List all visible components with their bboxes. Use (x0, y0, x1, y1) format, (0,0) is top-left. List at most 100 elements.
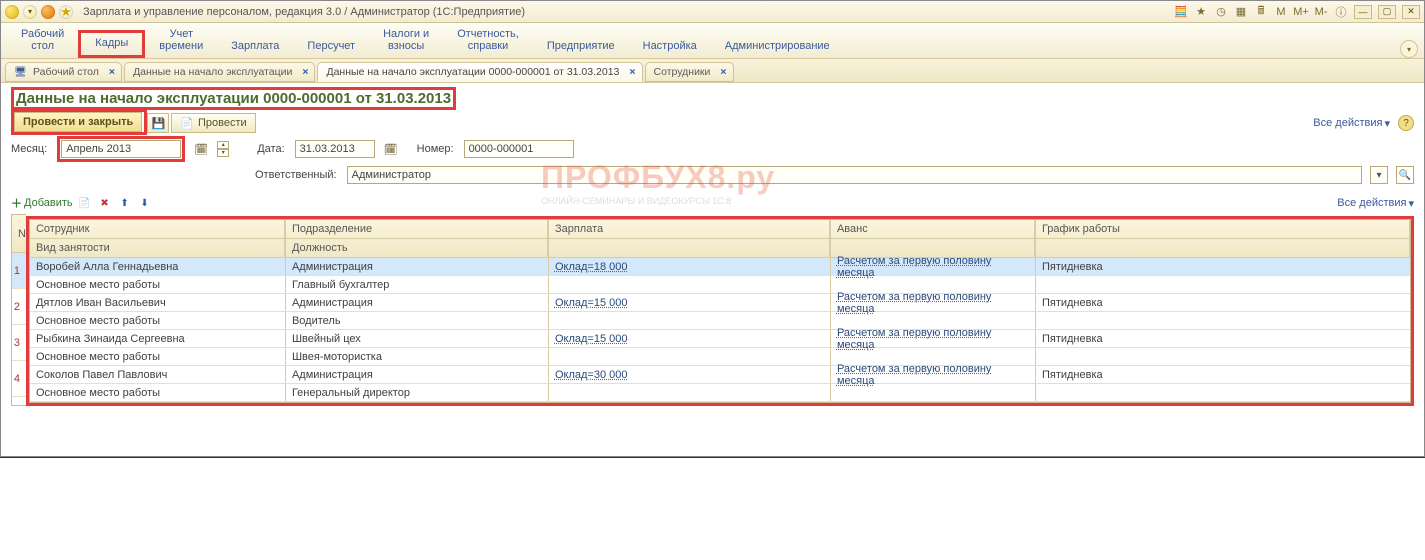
tab-close-icon[interactable]: × (109, 66, 115, 78)
history-icon[interactable]: ◷ (1214, 5, 1228, 19)
m-minus-label[interactable]: M- (1314, 5, 1328, 19)
tab-current-doc[interactable]: Данные на начало эксплуатации 0000-00000… (317, 62, 642, 82)
cell-post: Водитель (285, 312, 548, 329)
highlighted-month: Апрель 2013 (57, 136, 185, 162)
table-row[interactable]: Воробей Алла ГеннадьевнаАдминистрацияОкл… (30, 258, 1410, 294)
section-admin[interactable]: Администрирование (711, 36, 844, 58)
table-body: Воробей Алла ГеннадьевнаАдминистрацияОкл… (30, 258, 1410, 402)
desktop-icon (14, 66, 28, 78)
tab-employees[interactable]: Сотрудники × (645, 62, 734, 82)
row-month-date-number: Месяц: Апрель 2013 🗓 ▴▾ Дата: 31.03.2013… (11, 138, 1414, 160)
highlighted-title: Данные на начало эксплуатации 0000-00000… (11, 87, 456, 110)
favorites-icon[interactable]: ★ (59, 5, 73, 19)
cell-schedule: Пятидневка (1035, 294, 1410, 311)
section-settings[interactable]: Настройка (629, 36, 711, 58)
responsible-input[interactable]: Администратор (347, 166, 1362, 184)
calendar-icon[interactable]: 🗓 (193, 141, 209, 157)
n-cell[interactable]: 3 (12, 325, 26, 361)
chevron-down-icon: ▾ (1384, 117, 1390, 130)
maximize-button[interactable]: ▢ (1378, 5, 1396, 19)
tab-close-icon[interactable]: × (629, 66, 635, 78)
toolbox-icon[interactable]: 🧮 (1174, 5, 1188, 19)
section-reports[interactable]: Отчетность, справки (443, 24, 533, 58)
tab-desktop[interactable]: Рабочий стол × (5, 62, 122, 82)
row-responsible: Ответственный: Администратор ▾ 🔍 (11, 164, 1414, 186)
calendar-icon[interactable]: 🗓 (383, 141, 399, 157)
month-spinner[interactable]: ▴▾ (217, 141, 229, 157)
section-kadry[interactable]: Кадры (78, 30, 145, 58)
tab-close-icon[interactable]: × (302, 66, 308, 78)
move-up-icon[interactable]: ⬆ (117, 195, 133, 211)
cell-emptype: Основное место работы (30, 384, 285, 401)
minimize-button[interactable]: — (1354, 5, 1372, 19)
move-down-icon[interactable]: ⬇ (137, 195, 153, 211)
titlebar-tools: 🧮 ★ ◷ ▦ 🖩 M M+ M- ⓘ — ▢ ✕ (1174, 5, 1420, 19)
m-label[interactable]: M (1274, 5, 1288, 19)
dropdown-icon[interactable]: ▾ (1370, 166, 1388, 184)
cell-salary: Оклад=18 000 (548, 258, 830, 275)
table-row[interactable]: Соколов Павел ПавловичАдминистрацияОклад… (30, 366, 1410, 402)
n-cell[interactable]: 1 (12, 253, 26, 289)
n-cell[interactable]: 4 (12, 361, 26, 397)
search-icon[interactable]: 🔍 (1396, 166, 1414, 184)
date-value: 31.03.2013 (300, 143, 355, 155)
cell-salary: Оклад=30 000 (548, 366, 830, 383)
calendar-icon[interactable]: ▦ (1234, 5, 1248, 19)
number-input[interactable]: 0000-000001 (464, 140, 574, 158)
responsible-label: Ответственный: (255, 169, 341, 181)
col-advance[interactable]: Аванс (830, 220, 1035, 239)
save-button[interactable]: 💾 (147, 113, 169, 133)
month-input[interactable]: Апрель 2013 (61, 140, 181, 158)
add-row-button[interactable]: Добавить (11, 195, 73, 211)
cell-schedule: Пятидневка (1035, 330, 1410, 347)
cell-emptype: Основное место работы (30, 312, 285, 329)
n-cell[interactable]: 2 (12, 289, 26, 325)
number-label: Номер: (417, 143, 458, 155)
post-button[interactable]: 📄 Провести (171, 113, 255, 133)
delete-row-icon[interactable]: ✖ (97, 195, 113, 211)
col-emptype[interactable]: Вид занятости (30, 239, 285, 258)
col-employee[interactable]: Сотрудник (30, 220, 285, 239)
m-plus-label[interactable]: M+ (1294, 5, 1308, 19)
sections-menu: Рабочий стол Кадры Учет времени Зарплата… (1, 23, 1424, 59)
cell-dept: Администрация (285, 258, 548, 275)
all-actions-label: Все действия (1337, 197, 1406, 209)
all-actions-link[interactable]: Все действия ▾ (1313, 117, 1390, 130)
col-post[interactable]: Должность (285, 239, 548, 258)
cell-salary: Оклад=15 000 (548, 294, 830, 311)
highlighted-primary: Провести и закрыть (11, 109, 147, 135)
table-row[interactable]: Рыбкина Зинаида СергеевнаШвейный цехОкла… (30, 330, 1410, 366)
copy-row-icon[interactable]: 📄 (77, 195, 93, 211)
date-input[interactable]: 31.03.2013 (295, 140, 375, 158)
col-salary[interactable]: Зарплата (548, 220, 830, 239)
cell-emptype: Основное место работы (30, 276, 285, 293)
help-icon[interactable]: ? (1398, 115, 1414, 131)
tab-data-start[interactable]: Данные на начало эксплуатации × (124, 62, 315, 82)
close-button[interactable]: ✕ (1402, 5, 1420, 19)
col-dept[interactable]: Подразделение (285, 220, 548, 239)
info-icon[interactable]: ⓘ (1334, 5, 1348, 19)
section-time[interactable]: Учет времени (145, 24, 217, 58)
star-icon[interactable]: ★ (1194, 5, 1208, 19)
table-row[interactable]: Дятлов Иван ВасильевичАдминистрацияОклад… (30, 294, 1410, 330)
all-actions-label: Все действия (1313, 117, 1382, 129)
add-label: Добавить (24, 197, 73, 209)
tab-label: Рабочий стол (33, 66, 99, 78)
section-desktop[interactable]: Рабочий стол (7, 24, 78, 58)
cell-employee: Воробей Алла Геннадьевна (30, 258, 285, 275)
section-salary[interactable]: Зарплата (217, 36, 293, 58)
calculator-icon[interactable]: 🖩 (1254, 5, 1268, 19)
post-and-close-button[interactable]: Провести и закрыть (14, 112, 142, 132)
cell-dept: Швейный цех (285, 330, 548, 347)
col-schedule[interactable]: График работы (1035, 220, 1410, 239)
table-all-actions-link[interactable]: Все действия ▾ (1337, 197, 1414, 210)
section-persuch[interactable]: Персучет (293, 36, 369, 58)
month-label: Месяц: (11, 143, 51, 155)
sections-toggle-icon[interactable]: ▾ (1400, 40, 1418, 58)
section-company[interactable]: Предприятие (533, 36, 629, 58)
chevron-down-icon: ▾ (1408, 197, 1414, 210)
dropdown-icon[interactable]: ▾ (23, 5, 37, 19)
section-taxes[interactable]: Налоги и взносы (369, 24, 443, 58)
col-header-n: N (12, 215, 26, 253)
tab-close-icon[interactable]: × (720, 66, 726, 78)
